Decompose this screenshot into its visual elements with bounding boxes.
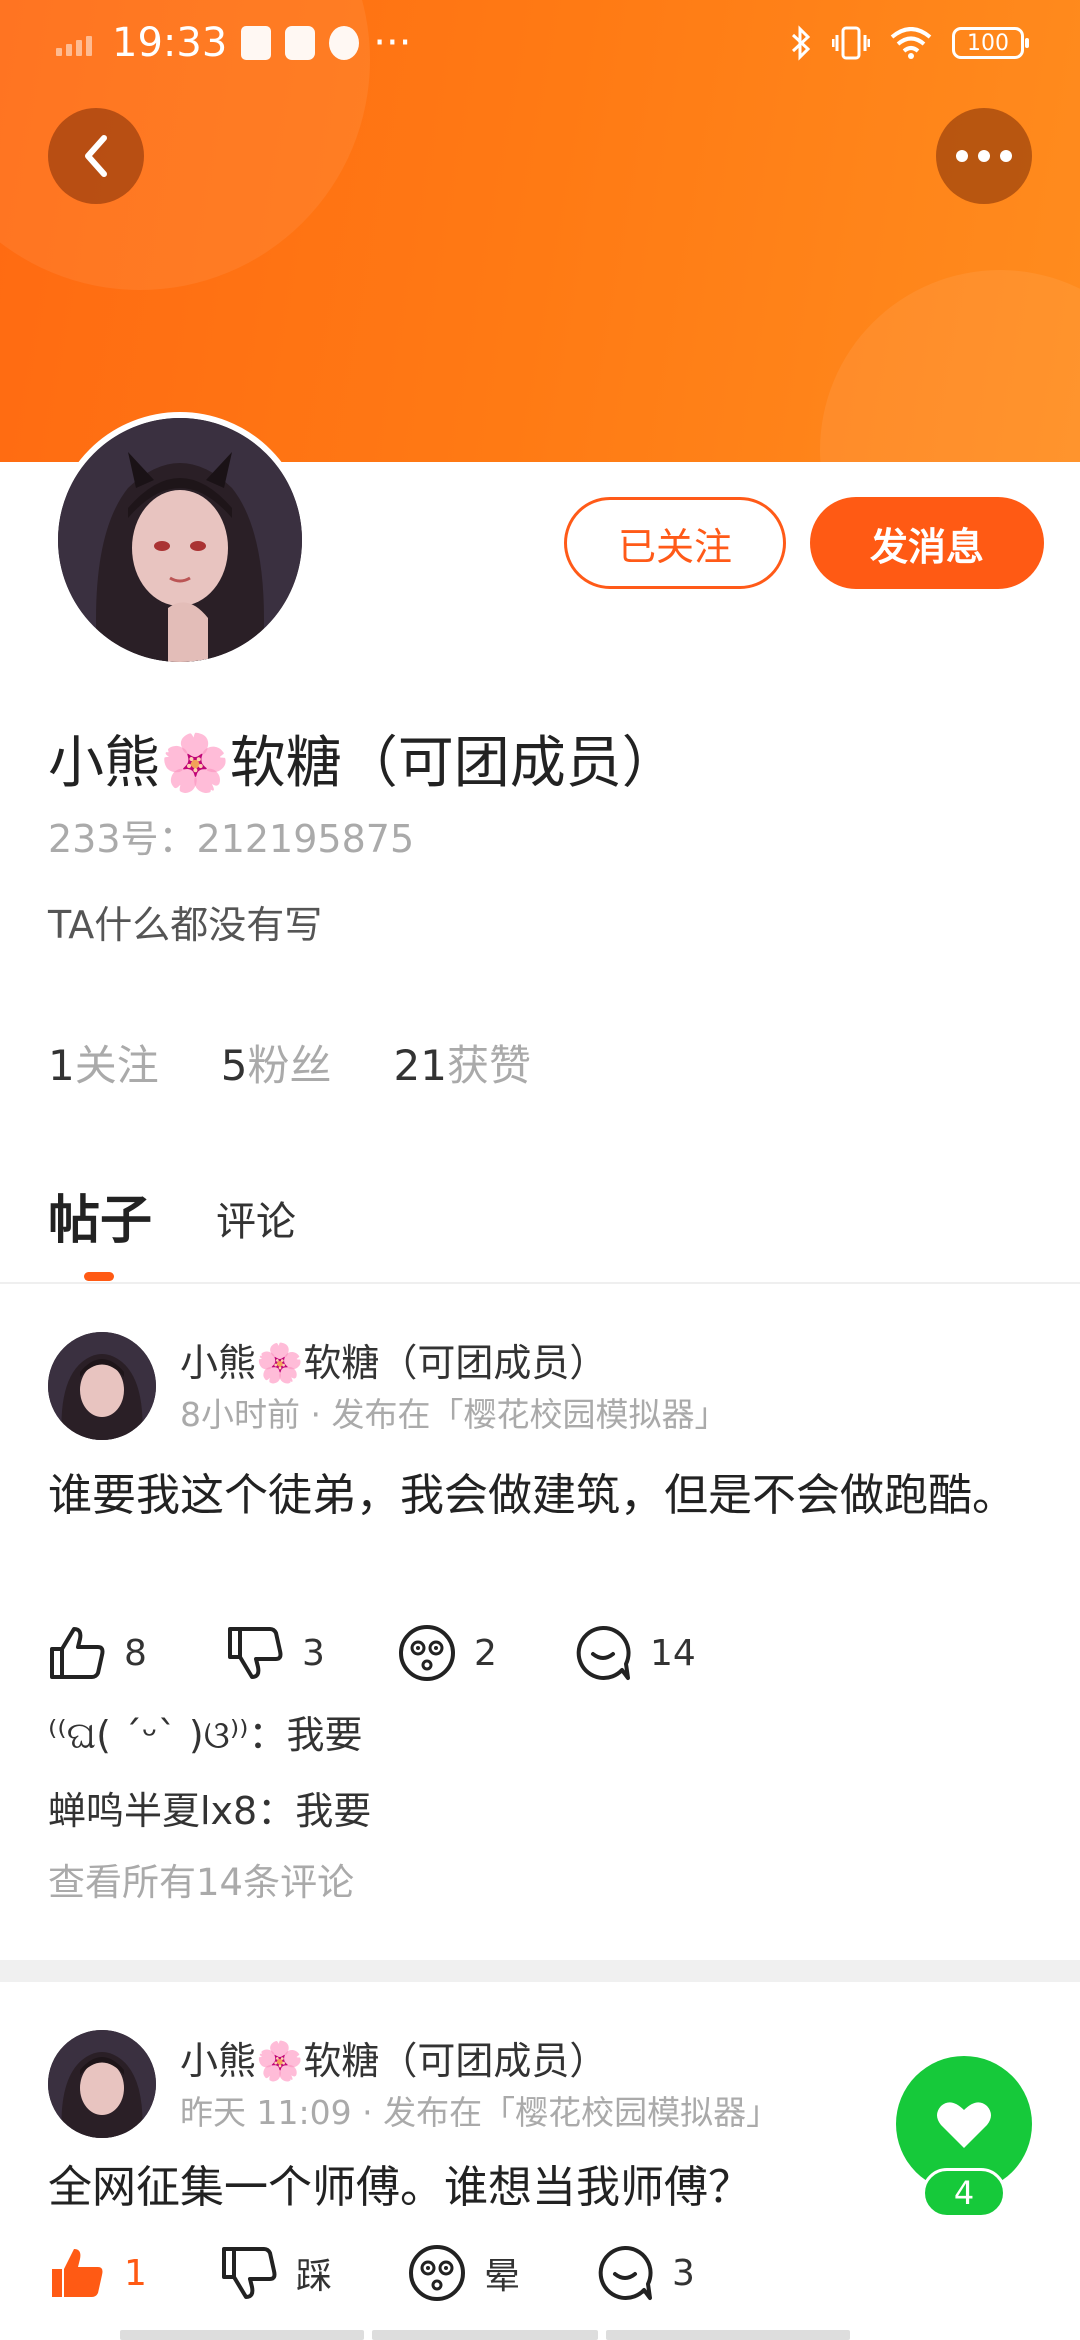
- like-count: 1: [124, 2252, 147, 2294]
- profile-stats: 1关注 5粉丝 21获赞: [48, 1032, 531, 1093]
- thumbs-up-icon: [50, 1627, 105, 1679]
- like-count: 8: [124, 1632, 147, 1674]
- following-button[interactable]: 已关注: [564, 497, 786, 589]
- post-separator: [0, 1960, 1080, 1982]
- dizzy-count: 2: [474, 1632, 497, 1674]
- stat-number: 5: [220, 1041, 248, 1090]
- post-body[interactable]: 谁要我这个徒弟，我会做建筑，但是不会做跑酷。: [48, 1466, 1038, 1526]
- stat-likes: 21获赞: [394, 1032, 531, 1093]
- see-all-comments-link[interactable]: 查看所有14条评论: [48, 1852, 354, 1906]
- comment-count: 14: [650, 1632, 696, 1674]
- status-time: 19:33: [112, 20, 228, 66]
- more-dots-icon: [956, 150, 1012, 162]
- tab-posts[interactable]: 帖子: [48, 1178, 152, 1253]
- dislike-label: 踩: [296, 2256, 333, 2297]
- comment-preview[interactable]: 蝉鸣半夏lx8：我要: [48, 1780, 371, 1835]
- stat-label: 关注: [74, 1041, 159, 1090]
- thumbs-down-icon: [228, 1627, 283, 1679]
- post-time: 8小时前: [180, 1395, 300, 1434]
- user-id-value: 212195875: [196, 817, 415, 861]
- like-button[interactable]: 1: [48, 2245, 220, 2301]
- battery-icon: 100: [952, 27, 1029, 59]
- dizzy-button[interactable]: 晕: [408, 2244, 596, 2302]
- stat-number: 1: [48, 1041, 75, 1090]
- mail-icon: [285, 26, 316, 60]
- post-card[interactable]: 小熊🌸软糖（可团成员） 8小时前 · 发布在「樱花校园模拟器」 谁要我这个徒弟，…: [0, 1282, 1080, 1960]
- dizzy-face-icon: [409, 2245, 465, 2301]
- post-published-in[interactable]: 发布在「樱花校园模拟器」: [332, 1395, 728, 1434]
- dislike-button[interactable]: 3: [226, 1625, 398, 1681]
- vibrate-icon: [832, 26, 870, 60]
- stat-followers[interactable]: 5粉丝: [221, 1032, 332, 1093]
- chevron-left-icon: [85, 135, 107, 177]
- send-message-button[interactable]: 发消息: [810, 497, 1044, 589]
- status-bar: 19:33 ··· 100: [0, 0, 1080, 86]
- comment-count: 3: [672, 2252, 695, 2294]
- profile-tabs: 帖子 评论: [48, 1178, 296, 1253]
- battery-level: 100: [967, 30, 1009, 56]
- active-tab-indicator: [84, 1272, 114, 1281]
- profile-name: 小熊🌸软糖（可团成员）: [48, 731, 678, 796]
- signal-icon: [56, 30, 92, 56]
- heart-icon: [937, 2102, 991, 2148]
- post-body[interactable]: 全网征集一个师傅。谁想当我师傅？: [48, 2158, 1038, 2218]
- comment-text: ：我要: [248, 1713, 363, 1757]
- like-button[interactable]: 8: [48, 1625, 226, 1681]
- avatar-image: [48, 1332, 156, 1440]
- comment-text: ：我要: [257, 1789, 372, 1833]
- post-meta: 8小时前 · 发布在「樱花校园模拟器」: [180, 1388, 728, 1436]
- dizzy-label: 晕: [484, 2256, 521, 2297]
- floating-like-count: 4: [922, 2168, 1006, 2218]
- notification-icon: [241, 26, 272, 60]
- profile-bio: TA什么都没有写: [48, 903, 323, 947]
- user-id-label: 233号：: [48, 817, 197, 861]
- back-button[interactable]: [48, 108, 144, 204]
- user-id: 233号：212195875: [48, 808, 414, 863]
- tab-comments[interactable]: 评论: [216, 1189, 296, 1253]
- post-author-avatar[interactable]: [48, 2030, 156, 2138]
- stat-number: 21: [393, 1041, 447, 1090]
- post-actions: 1 踩 晕 3: [48, 2244, 695, 2302]
- comment-icon: [576, 1625, 631, 1680]
- app-icon: [329, 26, 360, 60]
- avatar-image: [48, 2030, 156, 2138]
- comment-button[interactable]: 3: [596, 2244, 695, 2302]
- more-options-button[interactable]: [936, 108, 1032, 204]
- comment-icon: [598, 2245, 653, 2300]
- post-meta: 昨天 11:09 · 发布在「樱花校园模拟器」: [180, 2086, 779, 2134]
- dizzy-face-icon: [399, 1625, 455, 1681]
- dislike-button[interactable]: 踩: [220, 2245, 408, 2301]
- post-actions: 8 3 2 14: [48, 1624, 696, 1682]
- thumbs-down-icon: [222, 2247, 277, 2299]
- post-time: 昨天 11:09: [180, 2093, 352, 2132]
- post-author-name[interactable]: 小熊🌸软糖（可团成员）: [180, 2030, 607, 2085]
- meta-separator: ·: [310, 1395, 322, 1434]
- profile-avatar[interactable]: [52, 412, 308, 668]
- comment-button[interactable]: 14: [574, 1624, 696, 1682]
- dizzy-button[interactable]: 2: [398, 1624, 574, 1682]
- comment-user[interactable]: ⁽⁽ଘ( ˊᵕˋ )ଓ⁾⁾: [48, 1713, 249, 1757]
- bluetooth-icon: [791, 25, 811, 61]
- post-author-avatar[interactable]: [48, 1332, 156, 1440]
- bottom-scroll-bars: [120, 2330, 850, 2340]
- post-author-name[interactable]: 小熊🌸软糖（可团成员）: [180, 1332, 607, 1387]
- dislike-count: 3: [302, 1632, 325, 1674]
- avatar-image: [58, 418, 302, 662]
- thumbs-up-filled-icon: [52, 2249, 103, 2297]
- comment-preview[interactable]: ⁽⁽ଘ( ˊᵕˋ )ଓ⁾⁾：我要: [48, 1704, 363, 1759]
- post-published-in[interactable]: 发布在「樱花校园模拟器」: [383, 2093, 779, 2132]
- more-notifications: ···: [373, 20, 412, 66]
- comment-user[interactable]: 蝉鸣半夏lx8: [48, 1789, 257, 1833]
- wifi-icon: [890, 27, 932, 59]
- meta-separator: ·: [362, 2093, 373, 2132]
- stat-label: 获赞: [446, 1041, 531, 1090]
- stat-label: 粉丝: [247, 1041, 332, 1090]
- stat-following[interactable]: 1关注: [48, 1032, 159, 1093]
